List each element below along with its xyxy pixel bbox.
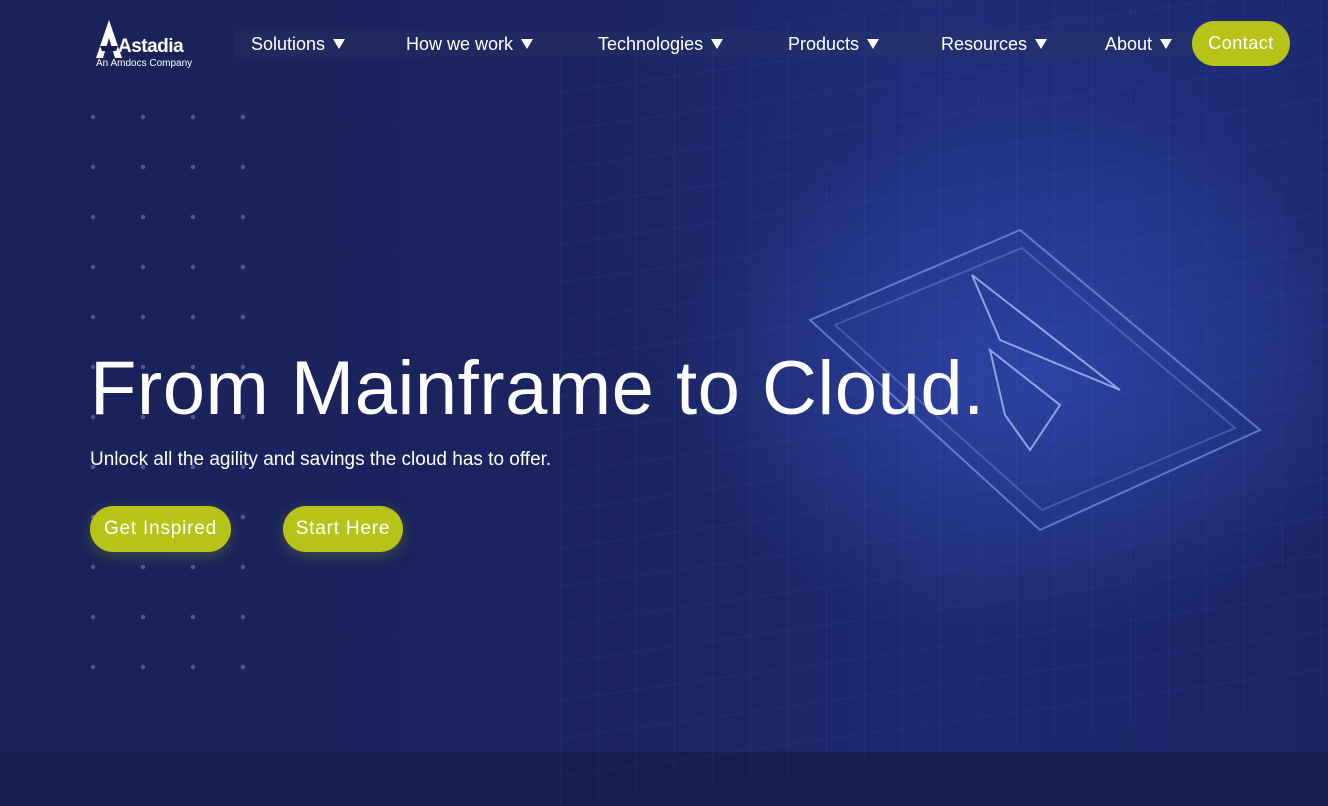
get-inspired-button[interactable]: Get Inspired bbox=[90, 506, 231, 552]
chevron-down-icon bbox=[1035, 39, 1048, 49]
nav-item-products[interactable]: Products bbox=[788, 31, 880, 57]
brand-tagline: An Amdocs Company bbox=[96, 58, 193, 69]
nav-item-label: Products bbox=[788, 33, 860, 54]
chevron-down-icon bbox=[1160, 39, 1173, 49]
nav-item-technologies[interactable]: Technologies bbox=[598, 31, 724, 57]
brand-name: Astadia bbox=[118, 36, 184, 57]
hero-title: From Mainframe to Cloud. bbox=[90, 346, 985, 431]
nav-item-label: About bbox=[1105, 33, 1153, 54]
brand-logo[interactable]: Astadia An Amdocs Company bbox=[96, 20, 196, 72]
chevron-down-icon bbox=[711, 39, 724, 49]
chevron-down-icon bbox=[867, 39, 880, 49]
contact-button[interactable]: Contact bbox=[1192, 21, 1290, 66]
chevron-down-icon bbox=[521, 39, 534, 49]
nav-item-about[interactable]: About bbox=[1105, 31, 1173, 57]
chevron-down-icon bbox=[333, 39, 346, 49]
nav-item-label: Technologies bbox=[598, 33, 704, 54]
start-here-button[interactable]: Start Here bbox=[283, 506, 403, 552]
nav-item-how-we-work[interactable]: How we work bbox=[406, 31, 534, 57]
nav-item-solutions[interactable]: Solutions bbox=[251, 31, 346, 57]
nav-item-resources[interactable]: Resources bbox=[941, 31, 1048, 57]
nav-item-label: Resources bbox=[941, 33, 1028, 54]
nav-item-label: How we work bbox=[406, 33, 514, 54]
hero-subtitle: Unlock all the agility and savings the c… bbox=[90, 449, 552, 470]
nav-item-label: Solutions bbox=[251, 33, 326, 54]
